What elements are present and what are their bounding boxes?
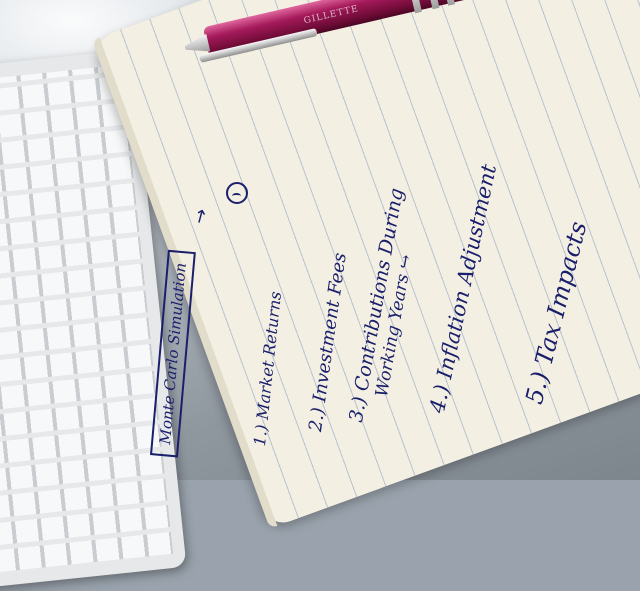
photo-scene: Monte Carlo Simulation ↗ 1.) Market Retu… [0, 0, 640, 591]
note-item-5-text: Tax Impacts [529, 218, 593, 369]
note-item-2-number: 2.) [305, 406, 330, 433]
note-title: Monte Carlo Simulation [150, 249, 196, 458]
arrow-right-icon: ↪ [394, 253, 417, 271]
note-item-5-number: 5.) [520, 368, 555, 407]
note-item-1: 1.) Market Returns [250, 291, 285, 447]
arrow-up-icon: ↗ [188, 203, 213, 230]
note-item-5: 5.) Tax Impacts [520, 219, 592, 407]
note-item-4-number: 4.) [425, 382, 455, 415]
note-item-1-number: 1.) [250, 423, 272, 447]
pen-imprint: GILLETTE [302, 4, 360, 27]
note-item-2: 2.) Investment Fees [305, 252, 351, 433]
note-item-3-number: 3.) [345, 394, 372, 424]
handwritten-notes: Monte Carlo Simulation ↗ 1.) Market Retu… [0, 0, 640, 480]
note-item-1-text: Market Returns [252, 290, 286, 421]
sad-face-icon [226, 182, 248, 204]
note-item-2-text: Investment Fees [309, 251, 351, 404]
note-item-4-text: Inflation Adjustment [432, 162, 502, 381]
note-item-4: 4.) Inflation Adjustment [425, 162, 501, 415]
